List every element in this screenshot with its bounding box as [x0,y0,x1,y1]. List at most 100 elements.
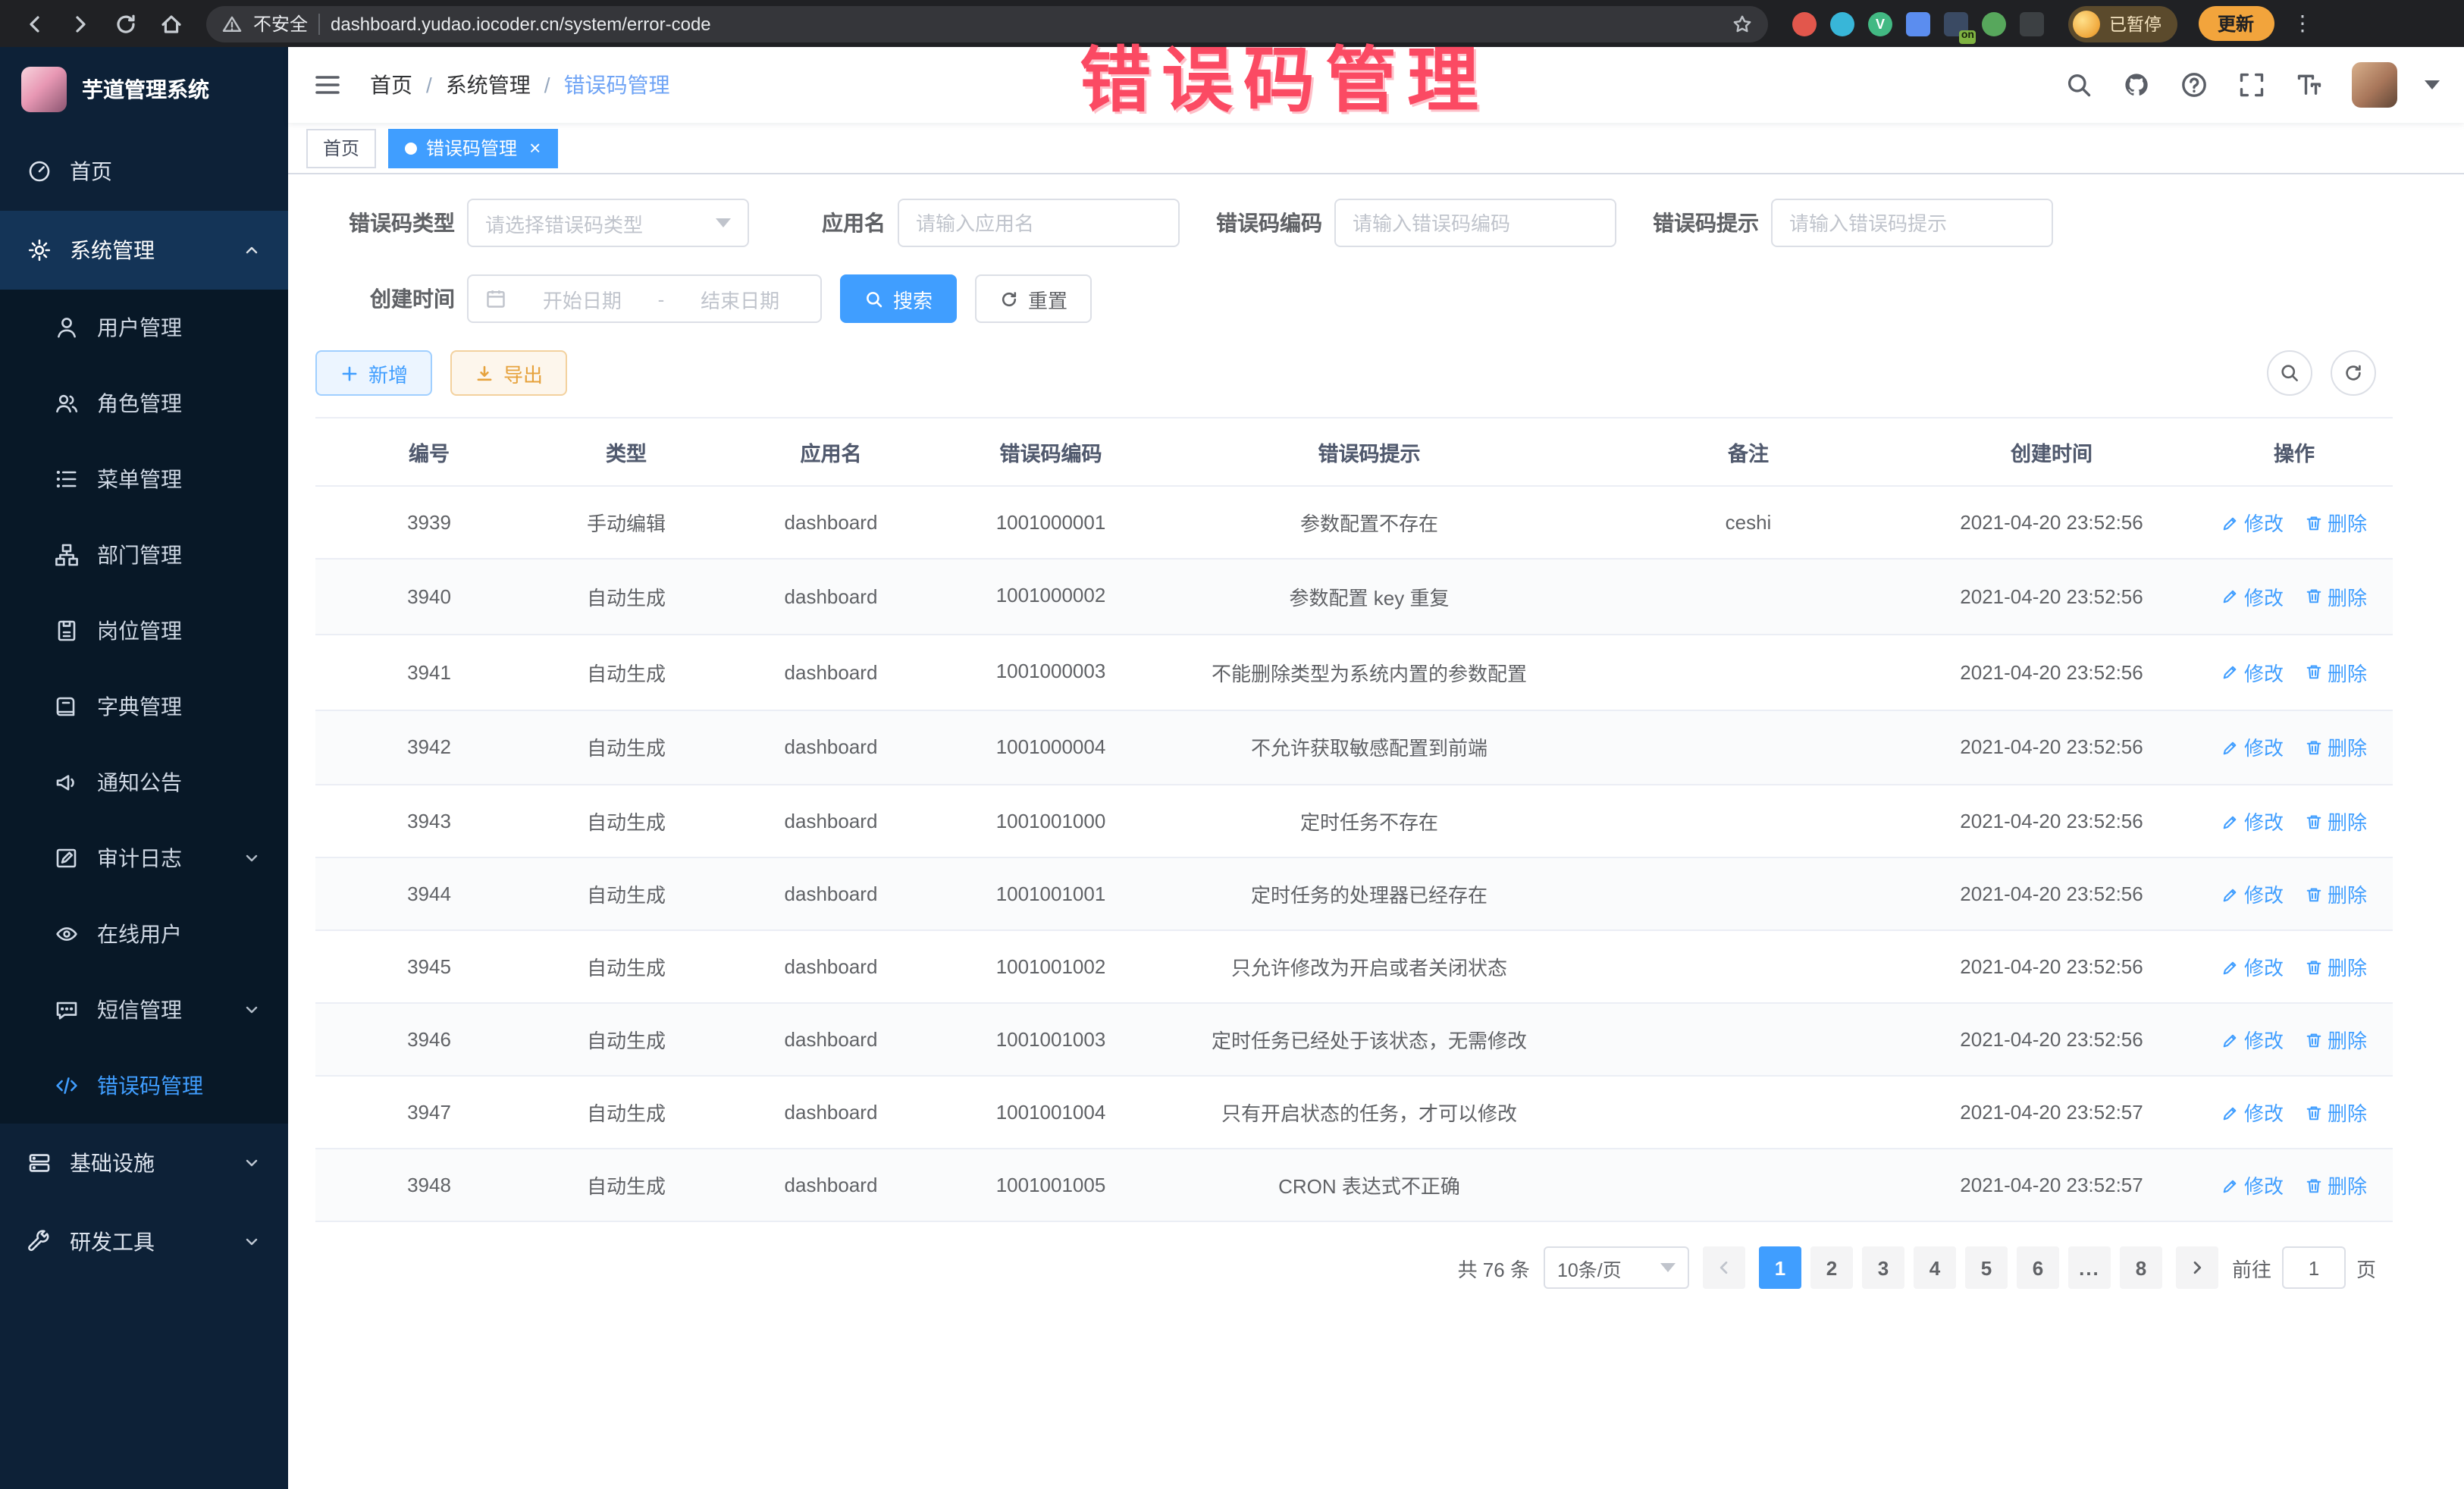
edit-link[interactable]: 修改 [2221,880,2284,909]
role-icon [55,391,79,415]
search-toggle-button[interactable] [2267,350,2312,396]
delete-link[interactable]: 删除 [2305,1026,2367,1055]
refresh-button[interactable] [2331,350,2376,396]
next-page-button[interactable] [2176,1247,2218,1290]
update-button[interactable]: 更新 [2198,6,2274,41]
app-name-input[interactable] [916,212,1161,234]
tab-error-code[interactable]: 错误码管理 × [388,128,557,168]
sidebar-item-8[interactable]: 通知公告 [0,744,288,820]
filter-time-label: 创建时间 [346,284,455,314]
prev-page-button[interactable] [1703,1247,1745,1290]
tab-home[interactable]: 首页 [306,128,376,168]
page-button[interactable]: 8 [2120,1247,2162,1290]
edit-link[interactable]: 修改 [2221,733,2284,762]
sidebar-item-11[interactable]: 短信管理 [0,972,288,1048]
breadcrumb-separator: / [544,73,550,97]
extension-icon[interactable] [2020,11,2044,36]
sidebar-item-2[interactable]: 用户管理 [0,290,288,365]
page-button[interactable]: 2 [1810,1247,1853,1290]
avatar[interactable] [2352,62,2397,108]
table-row: 3940自动生成dashboard1001000002参数配置 key 重复20… [315,559,2393,635]
sidebar-item-6[interactable]: 岗位管理 [0,593,288,669]
sidebar-toggle-icon[interactable] [312,70,343,100]
edit-link[interactable]: 修改 [2221,582,2284,611]
github-icon[interactable] [2121,70,2152,100]
page-button[interactable]: 3 [1862,1247,1904,1290]
sidebar-item-label: 岗位管理 [97,616,261,646]
edit-link[interactable]: 修改 [2221,657,2284,686]
search-button[interactable]: 搜索 [840,274,957,323]
logo[interactable]: 芋道管理系统 [0,47,288,132]
sidebar-item-14[interactable]: 研发工具 [0,1202,288,1281]
delete-link[interactable]: 删除 [2305,1171,2367,1200]
breadcrumb-home[interactable]: 首页 [370,70,412,100]
error-code-field[interactable] [1334,199,1616,247]
page-button[interactable]: 1 [1759,1247,1801,1290]
extension-icon[interactable]: on [1944,11,1968,36]
forward-icon[interactable] [61,4,100,43]
delete-link[interactable]: 删除 [2305,733,2367,762]
page-button[interactable]: 4 [1914,1247,1956,1290]
fullscreen-icon[interactable] [2237,70,2267,100]
edit-link[interactable]: 修改 [2221,508,2284,537]
delete-link[interactable]: 删除 [2305,953,2367,982]
page-more-button[interactable]: ... [2068,1247,2111,1290]
sidebar-item-7[interactable]: 字典管理 [0,669,288,744]
help-icon[interactable] [2179,70,2209,100]
cell-id: 3943 [315,785,543,858]
sidebar-item-9[interactable]: 审计日志 [0,820,288,896]
bookmark-star-icon[interactable] [1732,13,1753,34]
cell-time: 2021-04-20 23:52:56 [1908,635,2196,710]
sidebar-item-13[interactable]: 基础设施 [0,1124,288,1202]
sidebar-item-3[interactable]: 角色管理 [0,365,288,441]
delete-link[interactable]: 删除 [2305,508,2367,537]
delete-link[interactable]: 删除 [2305,807,2367,836]
page-button[interactable]: 5 [1965,1247,2008,1290]
sidebar-item-1[interactable]: 系统管理 [0,211,288,290]
page-button[interactable]: 6 [2017,1247,2059,1290]
sidebar-item-0[interactable]: 首页 [0,132,288,211]
sidebar-item-12[interactable]: 错误码管理 [0,1048,288,1124]
home-icon[interactable] [152,4,191,43]
extension-icon[interactable] [1982,11,2006,36]
extension-icon[interactable]: V [1868,11,1892,36]
delete-link[interactable]: 删除 [2305,880,2367,909]
profile-chip[interactable]: 已暂停 [2068,5,2177,42]
date-range-picker[interactable]: 开始日期 - 结束日期 [467,274,822,323]
font-size-icon[interactable] [2294,70,2324,100]
caret-down-icon[interactable] [2425,80,2440,89]
reload-icon[interactable] [106,4,146,43]
delete-link[interactable]: 删除 [2305,1099,2367,1127]
sidebar-item-10[interactable]: 在线用户 [0,896,288,972]
back-icon[interactable] [15,4,55,43]
delete-link[interactable]: 删除 [2305,582,2367,611]
extension-icon[interactable] [1830,11,1854,36]
tab-close-icon[interactable]: × [529,138,541,158]
reset-button[interactable]: 重置 [975,274,1092,323]
edit-link[interactable]: 修改 [2221,807,2284,836]
error-code-input[interactable] [1353,212,1598,234]
extension-icon[interactable] [1792,11,1817,36]
edit-link[interactable]: 修改 [2221,1026,2284,1055]
error-hint-input[interactable] [1789,212,2035,234]
page-size-select[interactable]: 10条/页 [1544,1247,1689,1290]
browser-menu-icon[interactable]: ⋮ [2292,11,2313,36]
extension-icon[interactable] [1906,11,1930,36]
sidebar-item-5[interactable]: 部门管理 [0,517,288,593]
edit-link[interactable]: 修改 [2221,1099,2284,1127]
delete-link[interactable]: 删除 [2305,657,2367,686]
edit-link[interactable]: 修改 [2221,953,2284,982]
breadcrumb-system[interactable]: 系统管理 [446,70,531,100]
export-button[interactable]: 导出 [450,350,567,396]
sidebar-item-label: 用户管理 [97,312,261,343]
search-icon[interactable] [2064,70,2094,100]
goto-page-input[interactable] [2282,1247,2346,1290]
address-bar[interactable]: 不安全 dashboard.yudao.iocoder.cn/system/er… [206,5,1768,42]
breadcrumb-separator: / [426,73,432,97]
sidebar-item-4[interactable]: 菜单管理 [0,441,288,517]
app-name-field[interactable] [898,199,1180,247]
error-type-select[interactable]: 请选择错误码类型 [467,199,749,247]
add-button[interactable]: 新增 [315,350,432,396]
error-hint-field[interactable] [1771,199,2053,247]
edit-link[interactable]: 修改 [2221,1171,2284,1200]
